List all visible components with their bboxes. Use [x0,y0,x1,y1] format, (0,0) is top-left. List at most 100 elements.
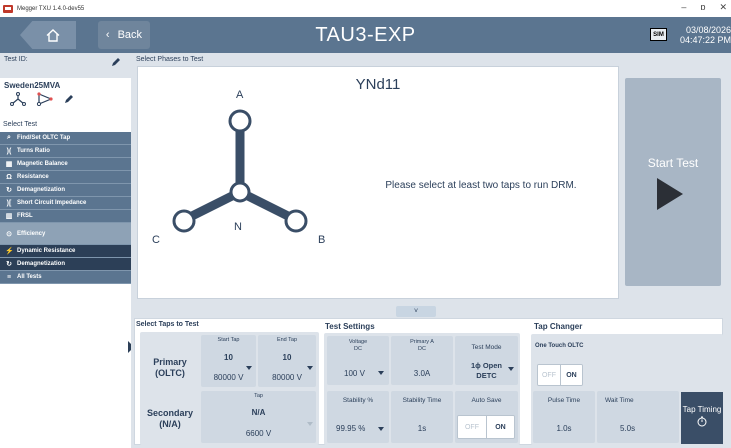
auto-save-toggle[interactable]: OFF ON [457,415,515,439]
edit-config-icon[interactable] [64,94,74,104]
frsl-icon: ▥ [5,213,13,220]
select-test-label: Select Test [3,121,38,128]
stopwatch-icon [681,416,723,429]
secondary-winding-label: Secondary (N/A) [146,408,194,429]
test-item-dynamic-resistance[interactable]: ⚡ Dynamic Resistance [0,245,131,258]
pulse-time-field[interactable]: Pulse Time 1.0s [533,391,595,443]
efficiency-icon: ⊙ [6,230,12,238]
auto-save-on-option[interactable]: ON [485,416,514,438]
test-item-resistance[interactable]: Ω Resistance [0,171,131,184]
select-taps-label: Select Taps to Test [136,321,199,328]
test-item-find-set-oltc-tap[interactable]: ⌕ Find/Set OLTC Tap [0,132,131,145]
collapse-settings-button[interactable]: ˅ [396,306,436,317]
test-item-magnetic-balance[interactable]: ▦ Magnetic Balance [0,158,131,171]
app-logo-icon [3,4,13,13]
neutral-node[interactable] [229,181,251,203]
delta-winding-icon [36,92,53,106]
dynamic-resistance-icon: ⚡ [5,248,14,255]
page-title: TAU3-EXP [315,24,416,46]
start-test-button[interactable]: Start Test [625,78,721,286]
end-tap-select[interactable]: End Tap 10 80000 V [258,335,316,387]
secondary-tap-select[interactable]: Tap N/A 6600 V [201,391,316,443]
test-item-short-circuit-impedance[interactable]: )[ Short Circuit Impedance [0,197,131,210]
phase-selection-panel: YNd11 A C B N Please select at least two… [137,66,619,299]
edit-test-id-icon[interactable] [111,57,121,67]
stability-time-field[interactable]: Stability Time 1s [391,391,453,443]
end-tap-caption: End Tap [276,337,298,343]
test-item-turns-ratio[interactable]: )( Turns Ratio [0,145,131,158]
end-tap-value: 10 [282,353,292,362]
neutral-label: N [234,221,242,233]
short-circuit-icon: )[ [6,199,12,207]
pulse-time-value: 1.0s [556,424,572,433]
test-item-efficiency[interactable]: ⊙ Efficiency [0,223,131,245]
phase-a-label: A [236,89,244,101]
current-date: 03/08/2026 [685,25,731,35]
chevron-down-icon: ˅ [413,308,419,315]
window-controls: – ɒ ✕ [681,2,727,13]
phase-b-label: B [318,234,325,246]
list-icon: ≡ [6,273,12,281]
one-touch-on-option[interactable]: ON [559,365,582,385]
stability-select[interactable]: Stability % 99.95 % [327,391,389,443]
test-settings-label: Test Settings [325,322,375,331]
test-item-demagnetization-2[interactable]: ↻ Demagnetization [0,258,131,271]
tap-timing-button[interactable]: Tap Timing [681,392,723,444]
end-tap-voltage: 80000 V [272,373,302,382]
primary-winding-label: Primary (OLTC) [153,357,187,378]
secondary-tap-value: N/A [251,408,266,417]
test-list: ⌕ Find/Set OLTC Tap )( Turns Ratio ▦ Mag… [0,132,131,284]
left-sidebar: Test ID: Sweden25MVA Select Test ⌕ Find/… [0,53,134,448]
datetime: 03/08/2026 04:47:22 PM [675,25,731,45]
test-item-demagnetization[interactable]: ↻ Demagnetization [0,184,131,197]
window-titlebar: Megger TXU 1.4.0-dev55 – ɒ ✕ [0,0,731,17]
tap-timing-label: Tap Timing [682,405,722,414]
test-mode-select[interactable]: Test Mode 1ϕ Open DETC [455,336,518,385]
current-time: 04:47:22 PM [679,35,731,45]
start-tap-caption: Start Tap [217,337,240,343]
chevron-down-icon [246,366,252,370]
transformer-config-panel[interactable]: Sweden25MVA [0,78,131,116]
primary-a-field[interactable]: Primary A DC 3.0A [391,336,453,385]
stability-time-value: 1s [417,424,427,433]
tap-changer-label: Tap Changer [534,322,583,331]
phase-b-node[interactable] [284,209,308,233]
one-touch-oltc-toggle[interactable]: OFF ON [537,364,583,386]
chevron-down-icon [378,427,384,431]
demagnetization-icon: ↻ [6,187,12,194]
close-button[interactable]: ✕ [719,2,727,13]
select-phases-label: Select Phases to Test [136,56,204,63]
one-touch-off-option[interactable]: OFF [538,365,560,385]
secondary-tap-voltage: 6600 V [245,429,272,438]
secondary-tap-caption: Tap [254,393,263,399]
start-tap-value: 10 [224,353,233,362]
auto-save-off-option[interactable]: OFF [458,416,486,438]
play-icon [657,178,683,210]
chevron-down-icon [307,366,313,370]
wait-time-field[interactable]: Wait Time 5.0s [597,391,679,443]
demagnetization-icon: ↻ [6,261,12,268]
start-tap-select[interactable]: Start Tap 10 80000 V [201,335,256,387]
test-id-label: Test ID: [4,56,28,63]
maximize-button[interactable]: ɒ [700,2,705,13]
minimize-button[interactable]: – [681,2,686,13]
test-item-all-tests[interactable]: ≡ All Tests [0,271,131,284]
wye-winding-icon [10,92,26,106]
one-touch-oltc-caption: One Touch OLTC [535,343,584,349]
start-tap-voltage: 80000 V [213,373,244,382]
start-test-label: Start Test [647,156,699,170]
magnetic-balance-icon: ▦ [5,161,13,168]
test-item-frsl[interactable]: ▥ FRSL [0,210,131,223]
phase-a-node[interactable] [228,109,252,133]
primary-a-value: 3.0A [413,369,431,378]
phase-c-label: C [152,234,160,246]
voltage-select[interactable]: Voltage DC 100 V [327,336,389,385]
window-title: Megger TXU 1.4.0-dev55 [17,5,85,12]
phase-selection-message: Please select at least two taps to run D… [385,180,577,191]
chevron-down-icon [508,367,514,371]
chevron-down-icon [378,371,384,375]
turns-ratio-icon: )( [6,147,12,155]
resistance-icon: Ω [6,173,12,181]
phase-c-node[interactable] [172,209,196,233]
transformer-config-name: Sweden25MVA [4,81,61,90]
